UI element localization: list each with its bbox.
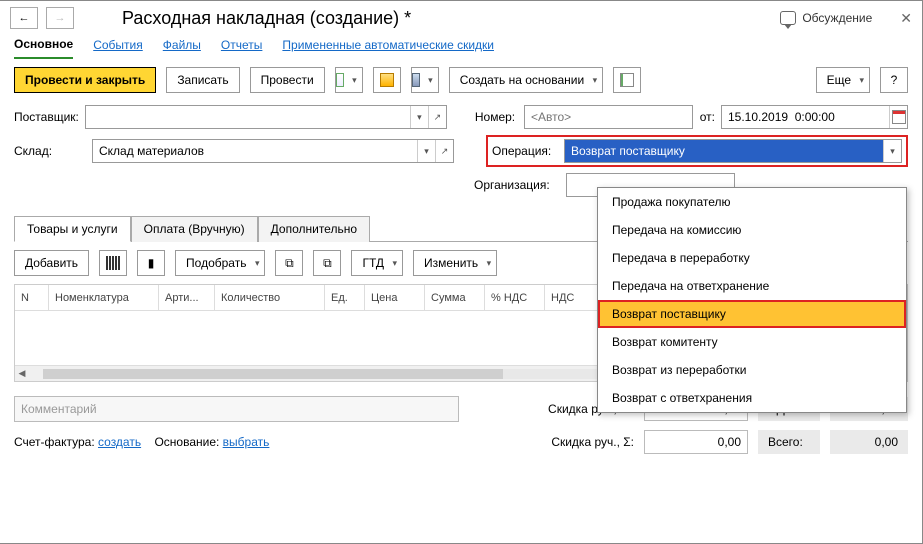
- more-button[interactable]: Еще: [816, 67, 870, 93]
- supplier-dropdown-button[interactable]: ▾: [410, 106, 428, 128]
- operation-option-0[interactable]: Продажа покупателю: [598, 188, 906, 216]
- nav-tab-events[interactable]: События: [93, 38, 143, 58]
- invoice-label: Счет-фактура:: [14, 435, 95, 449]
- col-vat-pct[interactable]: % НДС: [485, 285, 545, 310]
- operation-label: Операция:: [492, 144, 558, 158]
- calendar-icon: [892, 110, 906, 124]
- operation-option-5[interactable]: Возврат комитенту: [598, 328, 906, 356]
- date-input[interactable]: [722, 106, 889, 128]
- operation-option-3[interactable]: Передача на ответхранение: [598, 272, 906, 300]
- mail-icon: [380, 73, 394, 87]
- col-n[interactable]: N: [15, 285, 49, 310]
- col-nomenclature[interactable]: Номенклатура: [49, 285, 159, 310]
- basis-select-link[interactable]: выбрать: [223, 435, 270, 449]
- number-input[interactable]: [525, 106, 692, 128]
- operation-row-highlight: Операция: Возврат поставщику ▾: [486, 135, 908, 167]
- warehouse-label: Склад:: [14, 144, 86, 158]
- calendar-button[interactable]: [889, 106, 907, 128]
- copy-button[interactable]: ⧉: [275, 250, 303, 276]
- col-price[interactable]: Цена: [365, 285, 425, 310]
- paste-button[interactable]: ⧉: [313, 250, 341, 276]
- discuss-label: Обсуждение: [802, 11, 872, 25]
- discount-sum-input[interactable]: 0,00: [644, 430, 748, 454]
- operation-input[interactable]: Возврат поставщику: [565, 140, 883, 162]
- barcode-icon: [106, 256, 120, 270]
- close-button[interactable]: ✕: [900, 10, 912, 27]
- nav-back-button[interactable]: ←: [10, 7, 38, 29]
- warehouse-open-button[interactable]: ↗: [435, 140, 453, 162]
- nav-tab-discounts[interactable]: Примененные автоматические скидки: [282, 38, 494, 58]
- main-nav: Основное События Файлы Отчеты Примененны…: [0, 35, 922, 59]
- mail-button[interactable]: [373, 67, 401, 93]
- nav-tab-main[interactable]: Основное: [14, 37, 73, 59]
- tab-payment[interactable]: Оплата (Вручную): [131, 216, 258, 242]
- col-sum[interactable]: Сумма: [425, 285, 485, 310]
- col-unit[interactable]: Ед.: [325, 285, 365, 310]
- supplier-input[interactable]: [86, 106, 410, 128]
- toolbar: Провести и закрыть Записать Провести Соз…: [0, 59, 922, 101]
- attach-button[interactable]: [335, 67, 363, 93]
- tab-goods[interactable]: Товары и услуги: [14, 216, 131, 242]
- page-icon: [620, 73, 634, 87]
- invoice-create-link[interactable]: создать: [98, 435, 141, 449]
- discount-sum-label: Скидка руч., Σ:: [551, 435, 634, 449]
- gtd-button[interactable]: ГТД: [351, 250, 403, 276]
- scroll-left-arrow[interactable]: ◀: [15, 368, 29, 379]
- scroll-thumb[interactable]: [43, 369, 503, 379]
- operation-dropdown-popup: Продажа покупателю Передача на комиссию …: [597, 187, 907, 413]
- nav-tab-files[interactable]: Файлы: [163, 38, 201, 58]
- basis-label: Основание:: [154, 435, 219, 449]
- help-button[interactable]: ?: [880, 67, 908, 93]
- supplier-open-button[interactable]: ↗: [428, 106, 446, 128]
- col-qty[interactable]: Количество: [215, 285, 325, 310]
- print-button[interactable]: [411, 67, 439, 93]
- print-icon: [412, 73, 420, 87]
- col-vat[interactable]: НДС: [545, 285, 591, 310]
- change-button[interactable]: Изменить: [413, 250, 497, 276]
- create-based-button[interactable]: Создать на основании: [449, 67, 604, 93]
- operation-option-1[interactable]: Передача на комиссию: [598, 216, 906, 244]
- barcode-button[interactable]: [99, 250, 127, 276]
- scan-button[interactable]: ▮: [137, 250, 165, 276]
- post-and-close-button[interactable]: Провести и закрыть: [14, 67, 156, 93]
- nav-forward-button[interactable]: →: [46, 7, 74, 29]
- total-value: 0,00: [830, 430, 908, 454]
- discuss-button[interactable]: Обсуждение: [780, 11, 872, 25]
- operation-option-6[interactable]: Возврат из переработки: [598, 356, 906, 384]
- nav-tab-reports[interactable]: Отчеты: [221, 38, 262, 58]
- post-button[interactable]: Провести: [250, 67, 325, 93]
- report-button[interactable]: [613, 67, 641, 93]
- total-label: Всего:: [758, 430, 820, 454]
- pick-button[interactable]: Подобрать: [175, 250, 265, 276]
- supplier-label: Поставщик:: [14, 110, 79, 124]
- col-article[interactable]: Арти...: [159, 285, 215, 310]
- speech-icon: [780, 11, 796, 25]
- operation-option-4[interactable]: Возврат поставщику: [598, 300, 906, 328]
- page-title: Расходная накладная (создание) *: [122, 8, 411, 29]
- operation-option-2[interactable]: Передача в переработку: [598, 244, 906, 272]
- operation-dropdown-button[interactable]: ▾: [883, 140, 901, 162]
- tab-extra[interactable]: Дополнительно: [258, 216, 370, 242]
- save-button[interactable]: Записать: [166, 67, 239, 93]
- from-label: от:: [699, 110, 715, 124]
- doc-icon: [336, 73, 344, 87]
- warehouse-dropdown-button[interactable]: ▾: [417, 140, 435, 162]
- comment-input[interactable]: Комментарий: [14, 396, 459, 422]
- warehouse-input[interactable]: [93, 140, 417, 162]
- operation-option-7[interactable]: Возврат с ответхранения: [598, 384, 906, 412]
- add-row-button[interactable]: Добавить: [14, 250, 89, 276]
- number-label: Номер:: [475, 110, 518, 124]
- organization-label: Организация:: [474, 178, 560, 192]
